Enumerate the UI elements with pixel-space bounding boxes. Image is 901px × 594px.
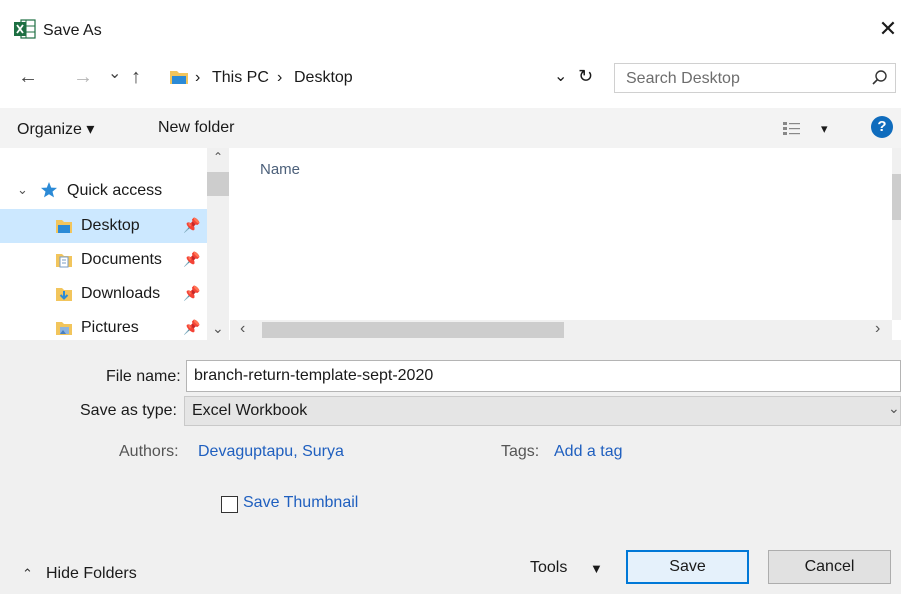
sidebar-item-label: Documents (81, 251, 162, 268)
file-name-value: branch-return-template-sept-2020 (194, 367, 434, 384)
folder-icon (169, 69, 189, 85)
file-list-scrollbar[interactable] (892, 148, 901, 320)
breadcrumb-separator-icon: › (195, 69, 201, 86)
scrollbar-thumb[interactable] (262, 322, 564, 338)
pictures-folder-icon (56, 320, 72, 336)
breadcrumb-this-pc[interactable]: This PC (212, 69, 269, 87)
search-icon (871, 69, 889, 87)
organize-button[interactable]: Organize ▾ (17, 119, 94, 139)
authors-label: Authors: (119, 443, 179, 460)
column-header-name[interactable]: Name (260, 161, 300, 178)
scrollbar-thumb[interactable] (207, 172, 229, 196)
save-thumbnail-checkbox[interactable] (221, 496, 238, 513)
forward-arrow-icon[interactable]: → (73, 67, 93, 87)
scroll-right-arrow-icon[interactable]: › (875, 320, 880, 338)
save-button[interactable]: Save (626, 550, 749, 584)
pin-icon[interactable]: 📌 (183, 251, 200, 268)
navigation-pane-scrollbar[interactable]: ⌃ ⌄ (207, 148, 229, 340)
view-dropdown-icon[interactable]: ▾ (821, 121, 828, 137)
address-bar[interactable]: › This PC › Desktop ⌄ ↻ (164, 63, 606, 93)
authors-value[interactable]: Devaguptapu, Surya (198, 443, 344, 461)
scroll-left-arrow-icon[interactable]: ‹ (240, 320, 245, 338)
tools-button[interactable]: Tools (530, 559, 567, 577)
breadcrumb-desktop[interactable]: Desktop (294, 69, 353, 87)
pin-icon[interactable]: 📌 (183, 217, 200, 234)
window-title: Save As (43, 22, 102, 39)
quick-access-star-icon (40, 181, 58, 199)
excel-icon (14, 19, 36, 39)
up-arrow-icon[interactable]: ↑ (131, 67, 141, 87)
sidebar-item-desktop[interactable]: Desktop 📌 (0, 209, 207, 243)
file-list[interactable]: Name (230, 148, 892, 320)
file-name-label: File name: (106, 368, 181, 385)
hide-folders-button[interactable]: Hide Folders (46, 565, 137, 583)
downloads-folder-icon (56, 286, 72, 302)
command-toolbar: Organize ▾ New folder ▾ ? (0, 108, 901, 148)
view-options-icon[interactable] (782, 119, 802, 137)
quick-access-label[interactable]: Quick access (67, 182, 162, 200)
title-bar: Save As ✕ (0, 0, 901, 48)
refresh-icon[interactable]: ↻ (578, 66, 593, 87)
help-icon[interactable]: ? (871, 116, 893, 138)
desktop-folder-icon (56, 218, 72, 234)
save-as-type-select[interactable]: Excel Workbook ⌄ (184, 396, 901, 426)
save-options-panel: File name: branch-return-template-sept-2… (0, 340, 901, 594)
search-placeholder: Search Desktop (626, 70, 740, 87)
sidebar-item-documents[interactable]: Documents 📌 (0, 243, 207, 277)
scrollbar-thumb[interactable] (892, 174, 901, 220)
horizontal-scrollbar[interactable]: ‹ › (230, 320, 892, 340)
save-as-type-value: Excel Workbook (192, 402, 308, 419)
save-thumbnail-label[interactable]: Save Thumbnail (243, 494, 358, 512)
recent-locations-chevron-icon[interactable]: ⌄ (108, 64, 121, 84)
back-arrow-icon[interactable]: ← (18, 67, 38, 87)
cancel-button[interactable]: Cancel (768, 550, 891, 584)
pin-icon[interactable]: 📌 (183, 285, 200, 302)
close-icon[interactable]: ✕ (876, 16, 900, 42)
sidebar-item-label: Downloads (81, 285, 161, 302)
pin-icon[interactable]: 📌 (183, 319, 200, 336)
sidebar-item-label: Desktop (81, 217, 140, 234)
new-folder-button[interactable]: New folder (158, 119, 234, 137)
address-dropdown-icon[interactable]: ⌄ (554, 66, 567, 86)
tools-dropdown-icon[interactable]: ▼ (590, 561, 603, 576)
chevron-up-icon[interactable]: ⌃ (22, 566, 33, 582)
scroll-down-arrow-icon[interactable]: ⌄ (212, 320, 224, 337)
save-as-type-label: Save as type: (80, 402, 177, 419)
breadcrumb-separator-icon: › (277, 69, 283, 86)
tags-label: Tags: (501, 443, 540, 460)
scroll-up-arrow-icon[interactable]: ⌃ (213, 150, 223, 164)
navigation-pane: ⌄ Quick access Desktop 📌 Documents 📌 Dow… (0, 148, 230, 340)
file-name-field[interactable]: branch-return-template-sept-2020 (186, 360, 901, 392)
chevron-down-icon: ⌄ (888, 400, 900, 416)
documents-folder-icon (56, 252, 72, 268)
search-input[interactable]: Search Desktop (614, 63, 896, 93)
expand-chevron-icon[interactable]: ⌄ (17, 182, 28, 198)
sidebar-item-label: Pictures (81, 319, 139, 336)
tags-input[interactable]: Add a tag (554, 443, 623, 461)
sidebar-item-downloads[interactable]: Downloads 📌 (0, 277, 207, 311)
